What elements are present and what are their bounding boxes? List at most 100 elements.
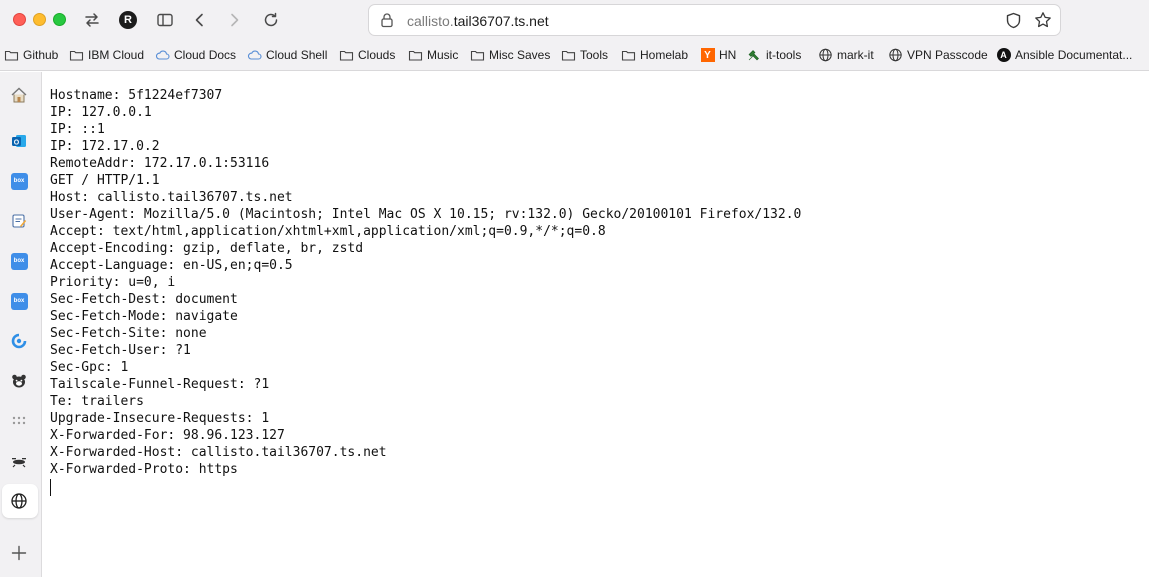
- browser-toolbar: R callisto.tail36707.ts.net: [0, 0, 1149, 40]
- bookmark-label: HN: [719, 48, 737, 62]
- bookmark-label: Github: [23, 48, 59, 62]
- reload-icon[interactable]: [259, 8, 283, 32]
- header-line: Accept-Encoding: gzip, deflate, br, zstd: [50, 241, 364, 256]
- bookmark-label: Misc Saves: [489, 48, 551, 62]
- folder-icon: [408, 48, 423, 62]
- box-label: box: [10, 252, 28, 270]
- header-line: Te: trailers: [50, 394, 144, 409]
- bookmark-label: Clouds: [358, 48, 396, 62]
- page-content: Hostname: 5f1224ef7307 IP: 127.0.0.1 IP:…: [50, 87, 1140, 567]
- ansible-icon: A: [996, 48, 1011, 62]
- bookmark-label: mark-it: [837, 48, 874, 62]
- box-label: box: [10, 292, 28, 310]
- header-line: GET / HTTP/1.1: [50, 173, 160, 188]
- header-line: Sec-Fetch-User: ?1: [50, 343, 191, 358]
- minimize-window-button[interactable]: [33, 13, 46, 26]
- sync-icon[interactable]: [9, 331, 29, 351]
- url-bar[interactable]: callisto.tail36707.ts.net: [368, 4, 1061, 36]
- bookmark-vpn-passcode[interactable]: VPN Passcode: [888, 47, 988, 63]
- folder-icon: [470, 48, 485, 62]
- hn-badge: Y: [700, 48, 715, 62]
- header-line: Tailscale-Funnel-Request: ?1: [50, 377, 270, 392]
- header-line: RemoteAddr: 172.17.0.1:53116: [50, 156, 270, 171]
- drone-icon[interactable]: [9, 451, 29, 471]
- box-icon[interactable]: box: [9, 291, 29, 311]
- bookmark-label: Cloud Docs: [174, 48, 237, 62]
- header-line: IP: 127.0.0.1: [50, 105, 152, 120]
- bookmark-label: it-tools: [766, 48, 802, 62]
- fullscreen-window-button[interactable]: [53, 13, 66, 26]
- folder-icon: [621, 48, 636, 62]
- bookmark-music[interactable]: Music: [408, 47, 458, 63]
- header-line: User-Agent: Mozilla/5.0 (Macintosh; Inte…: [50, 207, 802, 222]
- lock-icon[interactable]: [379, 12, 395, 28]
- bookmark-homelab[interactable]: Homelab: [621, 47, 688, 63]
- bookmark-misc-saves[interactable]: Misc Saves: [470, 47, 550, 63]
- header-line: Priority: u=0, i: [50, 275, 176, 290]
- bookmark-github[interactable]: Github: [4, 47, 58, 63]
- bookmark-ansible[interactable]: A Ansible Documentat...: [996, 47, 1132, 63]
- text-caret: [50, 479, 51, 496]
- url-prefix: callisto.: [407, 13, 454, 29]
- notes-icon[interactable]: [9, 211, 29, 231]
- bookmark-cloud-shell[interactable]: Cloud Shell: [247, 47, 327, 63]
- ansible-badge: A: [996, 48, 1011, 62]
- cloud-icon: [155, 48, 170, 62]
- bookmark-label: Cloud Shell: [266, 48, 328, 62]
- box-icon[interactable]: box: [9, 251, 29, 271]
- bookmark-label: IBM Cloud: [88, 48, 145, 62]
- it-tools-icon: [747, 48, 762, 62]
- header-line: Sec-Gpc: 1: [50, 360, 129, 375]
- bookmark-clouds[interactable]: Clouds: [339, 47, 395, 63]
- bookmarks-bar: Github IBM Cloud Cloud Docs Cloud Shell …: [0, 40, 1149, 71]
- bookmark-mark-it[interactable]: mark-it: [818, 47, 874, 63]
- folder-icon: [69, 48, 84, 62]
- header-line: X-Forwarded-For: 98.96.123.127: [50, 428, 285, 443]
- bookmark-label: VPN Passcode: [907, 48, 988, 62]
- header-line: Hostname: 5f1224ef7307: [50, 88, 223, 103]
- folder-icon: [4, 48, 19, 62]
- header-line: Accept: text/html,application/xhtml+xml,…: [50, 224, 606, 239]
- home-icon[interactable]: [9, 85, 29, 105]
- sidebar-toggle-icon[interactable]: [153, 8, 177, 32]
- bookmark-cloud-docs[interactable]: Cloud Docs: [155, 47, 236, 63]
- bookmark-label: Ansible Documentat...: [1015, 48, 1133, 62]
- header-line: X-Forwarded-Host: callisto.tail36707.ts.…: [50, 445, 387, 460]
- bookmark-label: Tools: [580, 48, 609, 62]
- bookmark-it-tools[interactable]: it-tools: [747, 47, 801, 63]
- globe-icon: [818, 48, 833, 62]
- header-line: Sec-Fetch-Mode: navigate: [50, 309, 238, 324]
- header-line: IP: ::1: [50, 122, 105, 137]
- back-icon[interactable]: [188, 8, 212, 32]
- header-line: Upgrade-Insecure-Requests: 1: [50, 411, 270, 426]
- header-line: Accept-Language: en-US,en;q=0.5: [50, 258, 293, 273]
- profile-avatar[interactable]: R: [119, 11, 137, 29]
- outlook-icon[interactable]: O: [9, 131, 29, 151]
- header-line: Sec-Fetch-Dest: document: [50, 292, 238, 307]
- tab-switch-icon[interactable]: [80, 8, 104, 32]
- sidebar: O box box box: [0, 72, 42, 577]
- url-text[interactable]: callisto.tail36707.ts.net: [407, 13, 549, 29]
- hacker-news-icon: Y: [700, 48, 715, 62]
- forward-icon[interactable]: [222, 8, 246, 32]
- globe-icon: [888, 48, 903, 62]
- url-host: tail36707.ts.net: [453, 13, 549, 29]
- bookmark-tools[interactable]: Tools: [561, 47, 608, 63]
- close-window-button[interactable]: [13, 13, 26, 26]
- shield-icon[interactable]: [1005, 12, 1022, 29]
- bookmark-star-icon[interactable]: [1034, 11, 1052, 29]
- globe-icon[interactable]: [9, 491, 29, 511]
- bookmark-label: Music: [427, 48, 459, 62]
- header-line: X-Forwarded-Proto: https: [50, 462, 238, 477]
- bookmark-ibm-cloud[interactable]: IBM Cloud: [69, 47, 144, 63]
- bear-icon[interactable]: [9, 371, 29, 391]
- bookmark-hn[interactable]: Y HN: [700, 47, 736, 63]
- dots-grid-icon[interactable]: [9, 411, 29, 431]
- header-line: Sec-Fetch-Site: none: [50, 326, 207, 341]
- bookmark-label: Homelab: [640, 48, 689, 62]
- box-label: box: [10, 172, 28, 190]
- box-icon[interactable]: box: [9, 171, 29, 191]
- folder-icon: [561, 48, 576, 62]
- svg-text:O: O: [14, 139, 20, 146]
- plus-icon[interactable]: [9, 543, 29, 563]
